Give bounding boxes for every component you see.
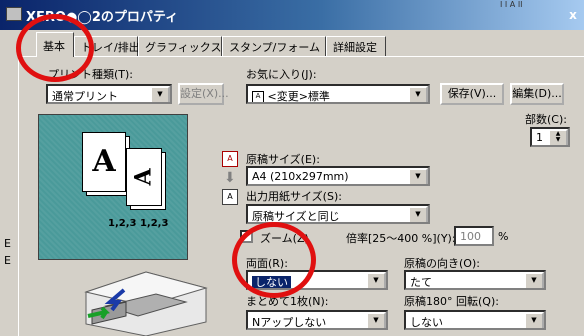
duplex-value: しない bbox=[252, 276, 291, 288]
nup-label: まとめて1枚(N): bbox=[246, 295, 329, 308]
zoom-ratio-input[interactable]: 100 bbox=[454, 226, 494, 246]
printer-icon bbox=[6, 7, 22, 21]
original-size-value: A4 (210x297mm) bbox=[252, 170, 349, 183]
favorites-label: お気に入り(J): bbox=[246, 68, 317, 81]
edge-label: E bbox=[4, 237, 11, 250]
tab-tray-output[interactable]: トレイ/排出 bbox=[74, 36, 140, 56]
chevron-down-icon[interactable]: ▼ bbox=[408, 86, 428, 102]
duplex-select[interactable]: しない ▼ bbox=[246, 270, 388, 290]
tab-graphics[interactable]: グラフィックス bbox=[138, 36, 222, 56]
chevron-down-icon[interactable]: ▼ bbox=[408, 206, 428, 222]
save-button[interactable]: 保存(V)... bbox=[440, 83, 504, 105]
zoom-unit: % bbox=[498, 230, 509, 243]
tab-advanced[interactable]: 詳細設定 bbox=[326, 36, 386, 56]
tab-basic[interactable]: 基本 bbox=[36, 32, 74, 57]
preview-order-label: 1,2,3 1,2,3 bbox=[108, 218, 169, 229]
top-strip-text: I I A II bbox=[500, 0, 523, 9]
spinner-arrows-icon[interactable]: ▲ ▼ bbox=[548, 129, 568, 145]
chevron-down-icon[interactable]: ▼ bbox=[150, 86, 170, 102]
rotate180-value: しない bbox=[410, 316, 443, 329]
orientation-label: 原稿の向き(O): bbox=[404, 257, 480, 270]
printer-illustration bbox=[84, 271, 208, 336]
nup-select[interactable]: Nアップしない ▼ bbox=[246, 310, 388, 330]
output-size-value: 原稿サイズと同じ bbox=[252, 210, 340, 223]
arrow-down-icon: ⬇ bbox=[224, 170, 236, 186]
tab-stamp-form[interactable]: スタンプ/フォーム bbox=[222, 36, 326, 56]
edit-button[interactable]: 編集(D)... bbox=[510, 83, 564, 105]
duplex-label: 両面(R): bbox=[246, 257, 288, 270]
copies-label: 部数(C): bbox=[525, 113, 567, 126]
copies-spinner[interactable]: 1 ▲ ▼ bbox=[530, 127, 570, 147]
output-size-icon: A bbox=[222, 189, 238, 205]
rotate180-label: 原稿180° 回転(Q): bbox=[404, 295, 499, 308]
chevron-down-icon[interactable]: ▼ bbox=[524, 272, 544, 288]
zoom-label: ズーム(Z) bbox=[260, 232, 309, 245]
favorite-item-icon: A bbox=[252, 91, 264, 102]
orientation-value: たて bbox=[410, 276, 432, 289]
original-size-label: 原稿サイズ(E): bbox=[246, 153, 320, 166]
preview-letter-rotated: A bbox=[130, 168, 157, 186]
orientation-select[interactable]: たて ▼ bbox=[404, 270, 546, 290]
close-icon[interactable]: x bbox=[566, 8, 580, 22]
output-size-label: 出力用紙サイズ(S): bbox=[246, 190, 342, 203]
print-type-value: 通常プリント bbox=[52, 90, 118, 103]
chevron-down-icon[interactable]: ▼ bbox=[408, 168, 428, 184]
original-size-icon: A bbox=[222, 151, 238, 167]
preview-page-rotated: A bbox=[126, 148, 162, 206]
original-size-select[interactable]: A4 (210x297mm) ▼ bbox=[246, 166, 430, 186]
favorites-value: <変更>標準 bbox=[267, 90, 330, 103]
copies-value: 1 bbox=[536, 131, 543, 144]
zoom-checkbox[interactable] bbox=[240, 230, 253, 243]
output-size-select[interactable]: 原稿サイズと同じ ▼ bbox=[246, 204, 430, 224]
chevron-down-icon[interactable]: ▼ bbox=[366, 312, 386, 328]
zoom-ratio-label: 倍率[25〜400 %](Y): bbox=[346, 232, 456, 245]
chevron-down-icon[interactable]: ▼ bbox=[524, 312, 544, 328]
print-type-select[interactable]: 通常プリント ▼ bbox=[46, 84, 172, 104]
window-title: XERO●◯2のプロパティ bbox=[26, 10, 179, 25]
chevron-down-icon[interactable]: ▼ bbox=[366, 272, 386, 288]
print-settings-button[interactable]: 設定(X)... bbox=[178, 83, 229, 105]
zoom-ratio-value: 100 bbox=[460, 230, 481, 243]
edge-label: E bbox=[4, 254, 11, 267]
nup-value: Nアップしない bbox=[252, 316, 327, 329]
favorites-select[interactable]: A <変更>標準 ▼ bbox=[246, 84, 430, 104]
rotate180-select[interactable]: しない ▼ bbox=[404, 310, 546, 330]
print-type-label: プリント種類(T): bbox=[48, 68, 134, 81]
